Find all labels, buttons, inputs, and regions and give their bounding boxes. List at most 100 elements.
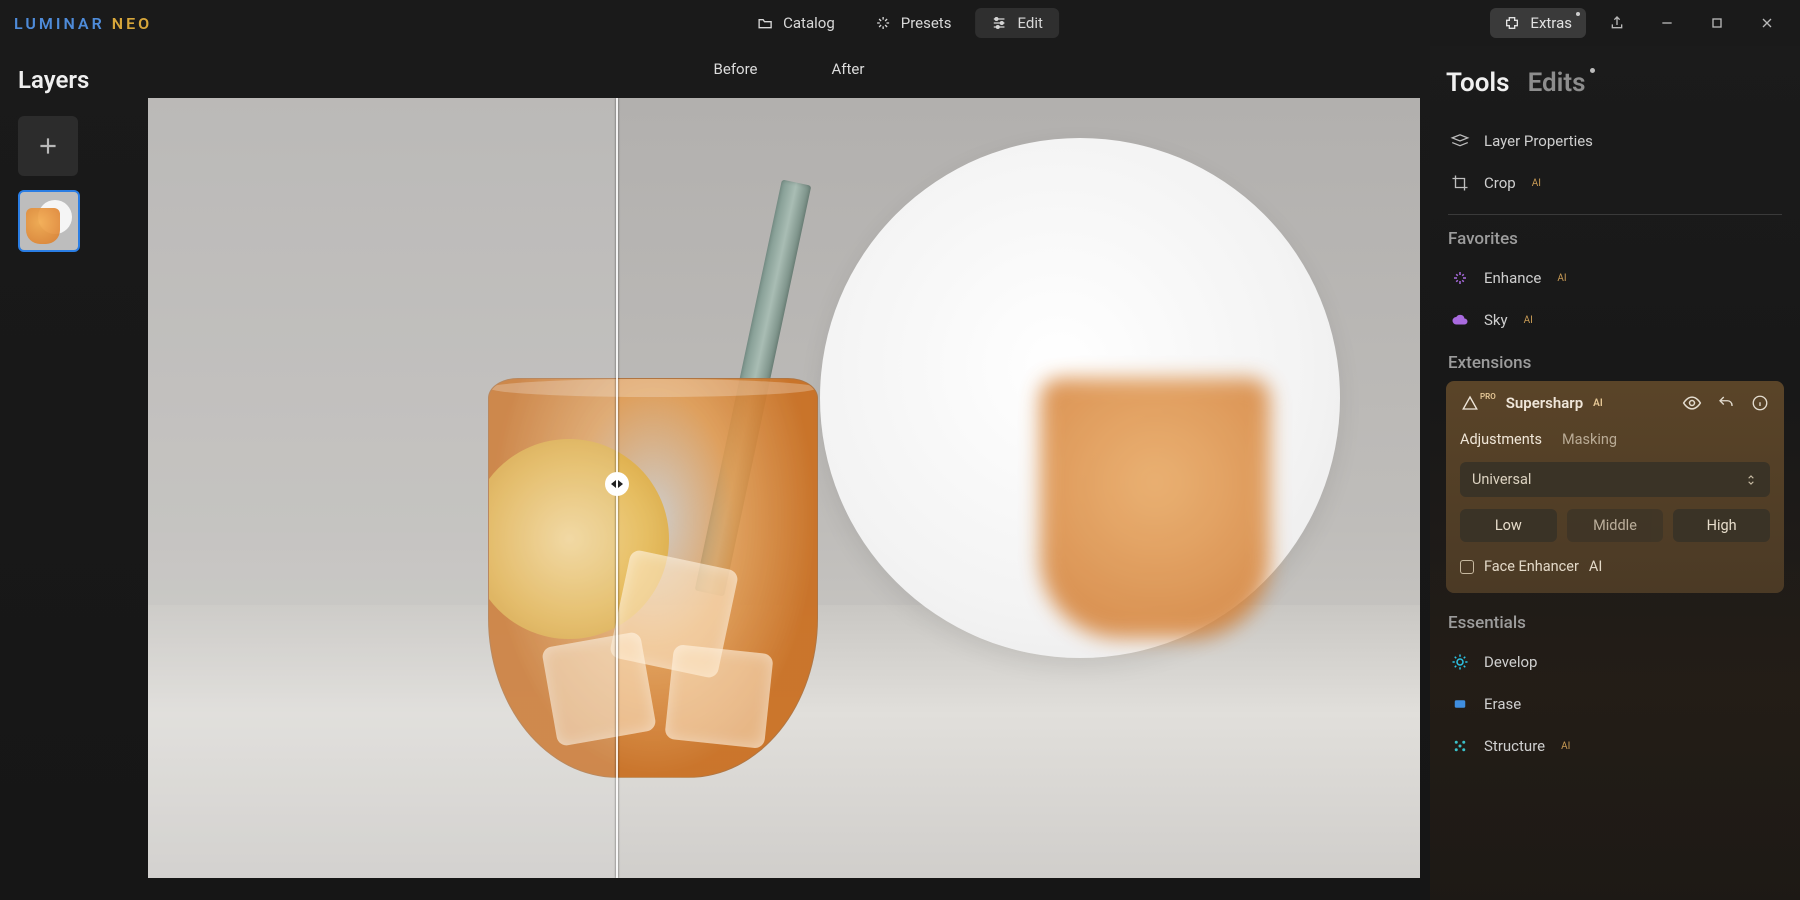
pro-badge: PRO — [1480, 392, 1496, 401]
layers-icon — [1450, 131, 1470, 151]
puzzle-icon — [1504, 15, 1520, 31]
face-enhancer-checkbox[interactable]: Face Enhancer AI — [1460, 558, 1770, 575]
extras-button[interactable]: Extras — [1490, 8, 1586, 38]
tool-erase[interactable]: Erase — [1446, 683, 1784, 725]
edits-dot-icon — [1590, 68, 1595, 73]
app-logo: LUMINAR NEO — [14, 14, 152, 33]
plus-icon — [35, 133, 61, 159]
panel-actions — [1682, 393, 1770, 413]
sky-ai-badge: AI — [1524, 315, 1533, 326]
favorites-heading: Favorites — [1448, 229, 1782, 249]
erase-label: Erase — [1484, 695, 1521, 713]
reset-button[interactable] — [1716, 393, 1736, 413]
tool-structure[interactable]: Structure AI — [1446, 725, 1784, 767]
app-root: LUMINAR NEO Catalog Presets Edit Extras — [0, 0, 1800, 900]
presets-label: Presets — [901, 14, 952, 32]
enhance-label: Enhance — [1484, 269, 1541, 287]
supersharp-label: Supersharp — [1506, 394, 1583, 412]
seg-high[interactable]: High — [1673, 509, 1770, 542]
mode-select-value: Universal — [1472, 471, 1531, 488]
structure-ai-badge: AI — [1561, 741, 1570, 752]
top-right: Extras — [1490, 4, 1786, 42]
essentials-heading: Essentials — [1448, 613, 1782, 633]
layers-title: Layers — [18, 66, 130, 94]
minimize-icon — [1659, 15, 1675, 31]
right-tabs: Tools Edits — [1446, 68, 1784, 98]
edit-label: Edit — [1017, 14, 1042, 32]
thumb-image-icon — [20, 192, 78, 250]
maximize-button[interactable] — [1698, 4, 1736, 42]
info-icon — [1751, 394, 1769, 412]
layer-properties-label: Layer Properties — [1484, 132, 1593, 150]
compare-handle[interactable] — [605, 472, 629, 496]
main-area: Layers Before After — [0, 46, 1800, 900]
catalog-button[interactable]: Catalog — [741, 8, 851, 38]
edit-button[interactable]: Edit — [975, 8, 1058, 38]
top-nav: Catalog Presets Edit — [741, 8, 1059, 38]
face-enhancer-ai-badge: AI — [1589, 558, 1602, 575]
layers-panel: Layers — [0, 46, 148, 900]
catalog-label: Catalog — [783, 14, 835, 32]
mode-select[interactable]: Universal — [1460, 462, 1770, 497]
share-button[interactable] — [1598, 4, 1636, 42]
intensity-segment: Low Middle High — [1460, 509, 1770, 542]
arrow-right-icon — [618, 480, 623, 488]
cloud-icon — [1450, 310, 1470, 330]
seg-low[interactable]: Low — [1460, 509, 1557, 542]
tool-enhance[interactable]: Enhance AI — [1446, 257, 1784, 299]
bg-ice — [664, 644, 773, 749]
share-icon — [1609, 15, 1625, 31]
close-button[interactable] — [1748, 4, 1786, 42]
right-panel: Tools Edits Layer Properties Crop AI — [1430, 46, 1800, 900]
minimize-button[interactable] — [1648, 4, 1686, 42]
maximize-icon — [1709, 15, 1725, 31]
structure-label: Structure — [1484, 737, 1545, 755]
tab-tools[interactable]: Tools — [1446, 68, 1510, 98]
crop-label: Crop — [1484, 174, 1516, 192]
sparkle-icon — [875, 15, 891, 31]
add-layer-button[interactable] — [18, 116, 78, 176]
supersharp-subtabs: Adjustments Masking — [1460, 431, 1770, 448]
bg-reflection — [1040, 378, 1270, 638]
develop-icon — [1450, 652, 1470, 672]
folder-icon — [757, 15, 773, 31]
tool-crop[interactable]: Crop AI — [1446, 162, 1784, 204]
checkbox-icon — [1460, 560, 1474, 574]
sliders-icon — [991, 15, 1007, 31]
enhance-icon — [1450, 268, 1470, 288]
tool-develop[interactable]: Develop — [1446, 641, 1784, 683]
layer-thumbnail-1[interactable] — [18, 190, 80, 252]
crop-ai-badge: AI — [1532, 178, 1541, 189]
supersharp-header[interactable]: PRO Supersharp AI — [1460, 393, 1770, 413]
tool-layer-properties[interactable]: Layer Properties — [1446, 120, 1784, 162]
crop-icon — [1450, 173, 1470, 193]
extensions-heading: Extensions — [1448, 353, 1782, 373]
tab-edits[interactable]: Edits — [1528, 68, 1586, 98]
notification-dot-icon — [1576, 12, 1580, 16]
triangle-icon — [1460, 393, 1480, 413]
before-label: Before — [714, 60, 758, 78]
info-button[interactable] — [1750, 393, 1770, 413]
seg-middle[interactable]: Middle — [1567, 509, 1664, 542]
updown-icon — [1744, 473, 1758, 487]
presets-button[interactable]: Presets — [859, 8, 968, 38]
undo-icon — [1717, 394, 1735, 412]
erase-icon — [1450, 694, 1470, 714]
supersharp-panel: PRO Supersharp AI — [1446, 381, 1784, 593]
tool-sky[interactable]: Sky AI — [1446, 299, 1784, 341]
close-icon — [1759, 15, 1775, 31]
face-enhancer-label: Face Enhancer — [1484, 558, 1579, 575]
eye-icon — [1682, 393, 1702, 413]
logo-word-1: LUMINAR — [14, 14, 105, 33]
subtab-adjustments[interactable]: Adjustments — [1460, 431, 1542, 448]
top-bar: LUMINAR NEO Catalog Presets Edit Extras — [0, 0, 1800, 46]
subtab-masking[interactable]: Masking — [1562, 431, 1617, 448]
arrow-left-icon — [611, 480, 616, 488]
after-label: After — [832, 60, 865, 78]
before-after-labels: Before After — [148, 46, 1430, 88]
extras-label: Extras — [1530, 14, 1572, 32]
image-preview[interactable] — [148, 98, 1420, 878]
visibility-toggle[interactable] — [1682, 393, 1702, 413]
compare-divider[interactable] — [616, 98, 618, 878]
divider-line — [1448, 214, 1782, 215]
